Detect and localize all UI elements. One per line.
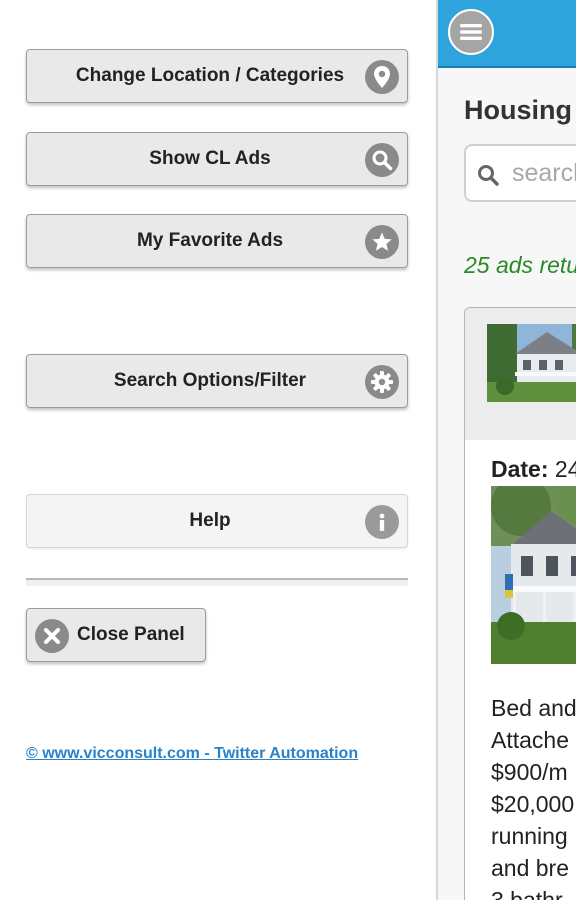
show-cl-ads-button[interactable]: Show CL Ads (26, 132, 408, 186)
search-options-filter-button[interactable]: Search Options/Filter (26, 354, 408, 408)
my-favorite-ads-button[interactable]: My Favorite Ads (26, 214, 408, 268)
search-placeholder: search (512, 159, 576, 187)
search-icon (476, 163, 500, 192)
map-pin-icon (365, 60, 399, 94)
help-label: Help (189, 510, 231, 531)
results-count: 25 ads retu (464, 252, 576, 278)
gear-icon (365, 365, 399, 399)
date-label: Date: (491, 456, 549, 482)
description-line: 3 bathr (491, 887, 563, 900)
hamburger-icon (460, 24, 482, 40)
description-line: $900/m (491, 759, 568, 785)
help-button[interactable]: Help (26, 494, 408, 548)
close-panel-label: Close Panel (77, 624, 185, 645)
my-favorite-ads-label: My Favorite Ads (136, 230, 284, 251)
listing-description: Bed and Attache $900/m $20,000 running a… (491, 692, 576, 900)
change-location-label: Change Location / Categories (75, 65, 345, 86)
date-value: 24 (554, 456, 576, 482)
search-input[interactable]: search (464, 144, 576, 202)
search-icon (365, 143, 399, 177)
close-icon (35, 619, 69, 653)
star-icon (365, 225, 399, 259)
description-line: Bed and (491, 695, 576, 721)
show-cl-ads-label: Show CL Ads (149, 148, 271, 169)
description-line: Attache (491, 727, 569, 753)
panel-divider (26, 578, 408, 586)
info-icon (365, 505, 399, 539)
listing-date: Date: 24 (491, 456, 576, 483)
app-header (438, 0, 576, 68)
page-title: Housing (464, 95, 572, 125)
listing-card-body: Date: 24 (464, 440, 576, 900)
listing-thumbnail[interactable] (487, 324, 576, 402)
search-options-label: Search Options/Filter (113, 370, 307, 391)
close-panel-button[interactable]: Close Panel (26, 608, 206, 662)
listing-card-header[interactable] (464, 307, 576, 441)
description-line: $20,000 (491, 791, 575, 817)
description-line: running (491, 823, 568, 849)
main-content: Housing search 25 ads retu (436, 0, 576, 900)
side-panel: Change Location / Categories Show CL Ads… (0, 0, 436, 900)
menu-button[interactable] (448, 9, 494, 55)
footer-link[interactable]: © www.vicconsult.com - Twitter Automatio… (26, 745, 358, 763)
change-location-button[interactable]: Change Location / Categories (26, 49, 408, 103)
listing-photo[interactable] (491, 486, 576, 664)
description-line: and bre (491, 855, 570, 881)
